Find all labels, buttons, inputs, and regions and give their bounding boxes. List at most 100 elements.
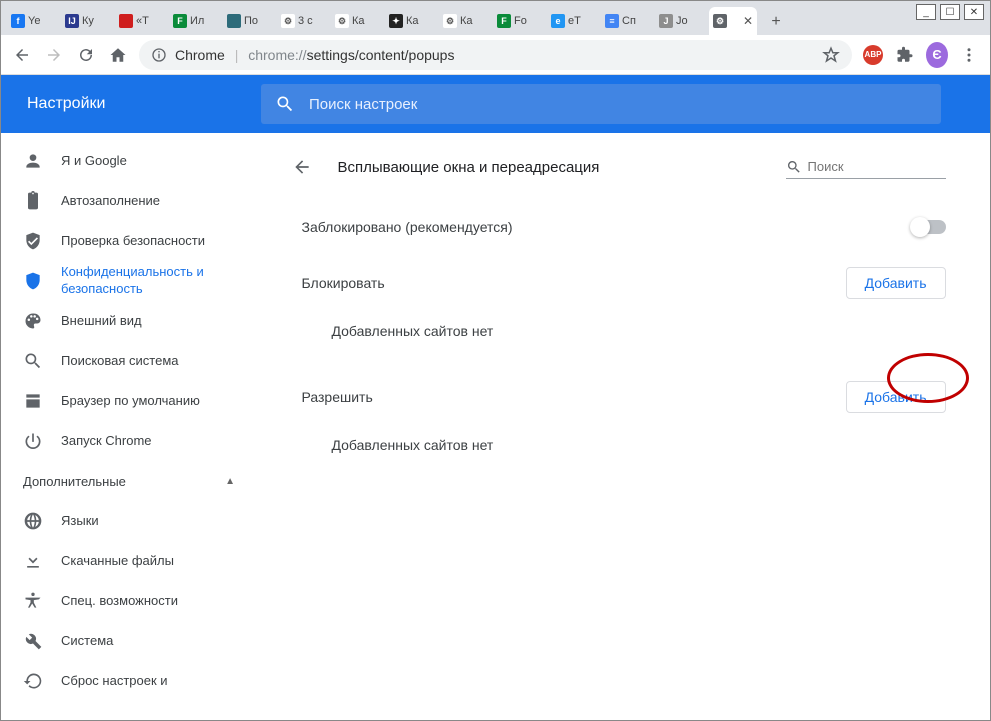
chevron-up-icon: ▲ bbox=[225, 476, 235, 487]
tab-close-icon[interactable]: ✕ bbox=[743, 14, 753, 28]
address-url-prefix: chrome:// bbox=[248, 47, 306, 63]
address-bar[interactable]: Chrome | chrome://settings/content/popup… bbox=[139, 40, 852, 70]
sidebar-item-label: Проверка безопасности bbox=[61, 233, 205, 250]
tab-favicon: ⚙ bbox=[281, 14, 295, 28]
browser-tab[interactable]: По bbox=[223, 7, 275, 35]
browser-tab[interactable]: eeT bbox=[547, 7, 599, 35]
sidebar-item[interactable]: Браузер по умолчанию bbox=[1, 381, 257, 421]
browser-tab[interactable]: ⚙Ка bbox=[439, 7, 491, 35]
sidebar-item[interactable]: Спец. возможности bbox=[1, 581, 257, 621]
home-button[interactable] bbox=[107, 44, 129, 66]
browser-tab[interactable]: FИл bbox=[169, 7, 221, 35]
settings-search-input[interactable] bbox=[309, 96, 927, 113]
browser-tab[interactable]: JJo bbox=[655, 7, 707, 35]
block-add-button[interactable]: Добавить bbox=[846, 267, 946, 299]
sidebar-item[interactable]: Я и Google bbox=[1, 141, 257, 181]
sidebar-item[interactable]: Поисковая система bbox=[1, 341, 257, 381]
tab-favicon: e bbox=[551, 14, 565, 28]
sidebar-item-label: Скачанные файлы bbox=[61, 553, 174, 570]
sidebar-item-label: Сброс настроек и bbox=[61, 673, 168, 690]
window-close-button[interactable]: ✕ bbox=[964, 4, 984, 20]
tab-favicon: f bbox=[11, 14, 25, 28]
sidebar-item[interactable]: Конфиденциальность и безопасность bbox=[1, 261, 257, 301]
page-header: Всплывающие окна и переадресация bbox=[284, 133, 964, 201]
reload-button[interactable] bbox=[75, 44, 97, 66]
sidebar-item-label: Запуск Chrome bbox=[61, 433, 152, 450]
browser-tab[interactable]: ⚙Ка bbox=[331, 7, 383, 35]
sidebar-item[interactable]: Внешний вид bbox=[1, 301, 257, 341]
restore-icon bbox=[23, 671, 43, 691]
blocked-toggle[interactable] bbox=[912, 220, 946, 234]
window-maximize-button[interactable]: ☐ bbox=[940, 4, 960, 20]
abp-extension-icon[interactable]: ABP bbox=[862, 44, 884, 66]
new-tab-button[interactable]: + bbox=[763, 9, 789, 35]
page-back-button[interactable] bbox=[286, 151, 318, 183]
settings-sidebar[interactable]: Я и Google Автозаполнение Проверка безопас… bbox=[1, 133, 257, 720]
sidebar-item[interactable]: Автозаполнение bbox=[1, 181, 257, 221]
sidebar-advanced-toggle[interactable]: Дополнительные ▲ bbox=[1, 461, 257, 501]
tab-title: Сп bbox=[622, 15, 636, 27]
browser-tab[interactable]: ✦Ка bbox=[385, 7, 437, 35]
sidebar-item-label: Автозаполнение bbox=[61, 193, 160, 210]
settings-page: Настройки Я и GoogleАвтозаполнениеПровер… bbox=[1, 75, 990, 720]
extensions-puzzle-icon[interactable] bbox=[894, 44, 916, 66]
tab-favicon: ⚙ bbox=[713, 14, 727, 28]
forward-button[interactable] bbox=[43, 44, 65, 66]
browser-tab[interactable]: FFo bbox=[493, 7, 545, 35]
download-icon bbox=[23, 551, 43, 571]
tab-title: Ка bbox=[352, 15, 365, 27]
address-text: Chrome | chrome://settings/content/popup… bbox=[175, 47, 454, 63]
browser-tab[interactable]: ⚙✕ bbox=[709, 7, 757, 35]
tab-favicon: ✦ bbox=[389, 14, 403, 28]
extensions-area: ABP Є bbox=[862, 44, 980, 66]
site-info-icon[interactable] bbox=[151, 47, 167, 63]
browser-tab[interactable]: IJКу bbox=[61, 7, 113, 35]
address-scheme-label: Chrome bbox=[175, 47, 225, 63]
block-section-header: Блокировать Добавить bbox=[284, 253, 964, 313]
accessibility-icon bbox=[23, 591, 43, 611]
person-icon bbox=[23, 151, 43, 171]
tab-strip: fYeIJКу«ТFИлПо⚙3 с⚙Ка✦Ка⚙КаFFoeeT≡СпJJo⚙… bbox=[1, 1, 990, 35]
back-button[interactable] bbox=[11, 44, 33, 66]
sidebar-item[interactable]: Сброс настроек и bbox=[1, 661, 257, 701]
tab-favicon: J bbox=[659, 14, 673, 28]
globe-icon bbox=[23, 511, 43, 531]
sidebar-advanced-label: Дополнительные bbox=[23, 474, 126, 489]
bookmark-star-icon[interactable] bbox=[822, 46, 840, 64]
settings-search[interactable] bbox=[261, 84, 941, 124]
sidebar-item-label: Конфиденциальность и безопасность bbox=[61, 264, 235, 298]
sidebar-item[interactable]: Скачанные файлы bbox=[1, 541, 257, 581]
window-minimize-button[interactable]: _ bbox=[916, 4, 936, 20]
blocked-toggle-row: Заблокировано (рекомендуется) bbox=[284, 201, 964, 253]
browser-tab[interactable]: ⚙3 с bbox=[277, 7, 329, 35]
page-search[interactable] bbox=[786, 155, 946, 179]
shield-check-icon bbox=[23, 231, 43, 251]
tab-favicon: ≡ bbox=[605, 14, 619, 28]
page-title: Всплывающие окна и переадресация bbox=[338, 159, 766, 176]
tab-title: Ка bbox=[406, 15, 419, 27]
sidebar-item[interactable]: Проверка безопасности bbox=[1, 221, 257, 261]
browser-tab[interactable]: «Т bbox=[115, 7, 167, 35]
sidebar-item[interactable]: Система bbox=[1, 621, 257, 661]
tab-title: 3 с bbox=[298, 15, 313, 27]
tab-favicon: IJ bbox=[65, 14, 79, 28]
window-icon bbox=[23, 391, 43, 411]
clipboard-icon bbox=[23, 191, 43, 211]
search-icon bbox=[275, 94, 295, 114]
tab-favicon: F bbox=[173, 14, 187, 28]
tab-title: Ye bbox=[28, 15, 40, 27]
wrench-icon bbox=[23, 631, 43, 651]
page-search-input[interactable] bbox=[808, 155, 946, 178]
allow-section-header: Разрешить Добавить bbox=[284, 367, 964, 427]
profile-avatar[interactable]: Є bbox=[926, 44, 948, 66]
sidebar-item[interactable]: Языки bbox=[1, 501, 257, 541]
allow-section-empty: Добавленных сайтов нет bbox=[284, 427, 964, 481]
sidebar-item[interactable]: Запуск Chrome bbox=[1, 421, 257, 461]
allow-add-button[interactable]: Добавить bbox=[846, 381, 946, 413]
tab-favicon: F bbox=[497, 14, 511, 28]
browser-tab[interactable]: fYe bbox=[7, 7, 59, 35]
chrome-menu-button[interactable] bbox=[958, 44, 980, 66]
sidebar-item-label: Браузер по умолчанию bbox=[61, 393, 200, 410]
browser-tab[interactable]: ≡Сп bbox=[601, 7, 653, 35]
sidebar-item-label: Внешний вид bbox=[61, 313, 142, 330]
